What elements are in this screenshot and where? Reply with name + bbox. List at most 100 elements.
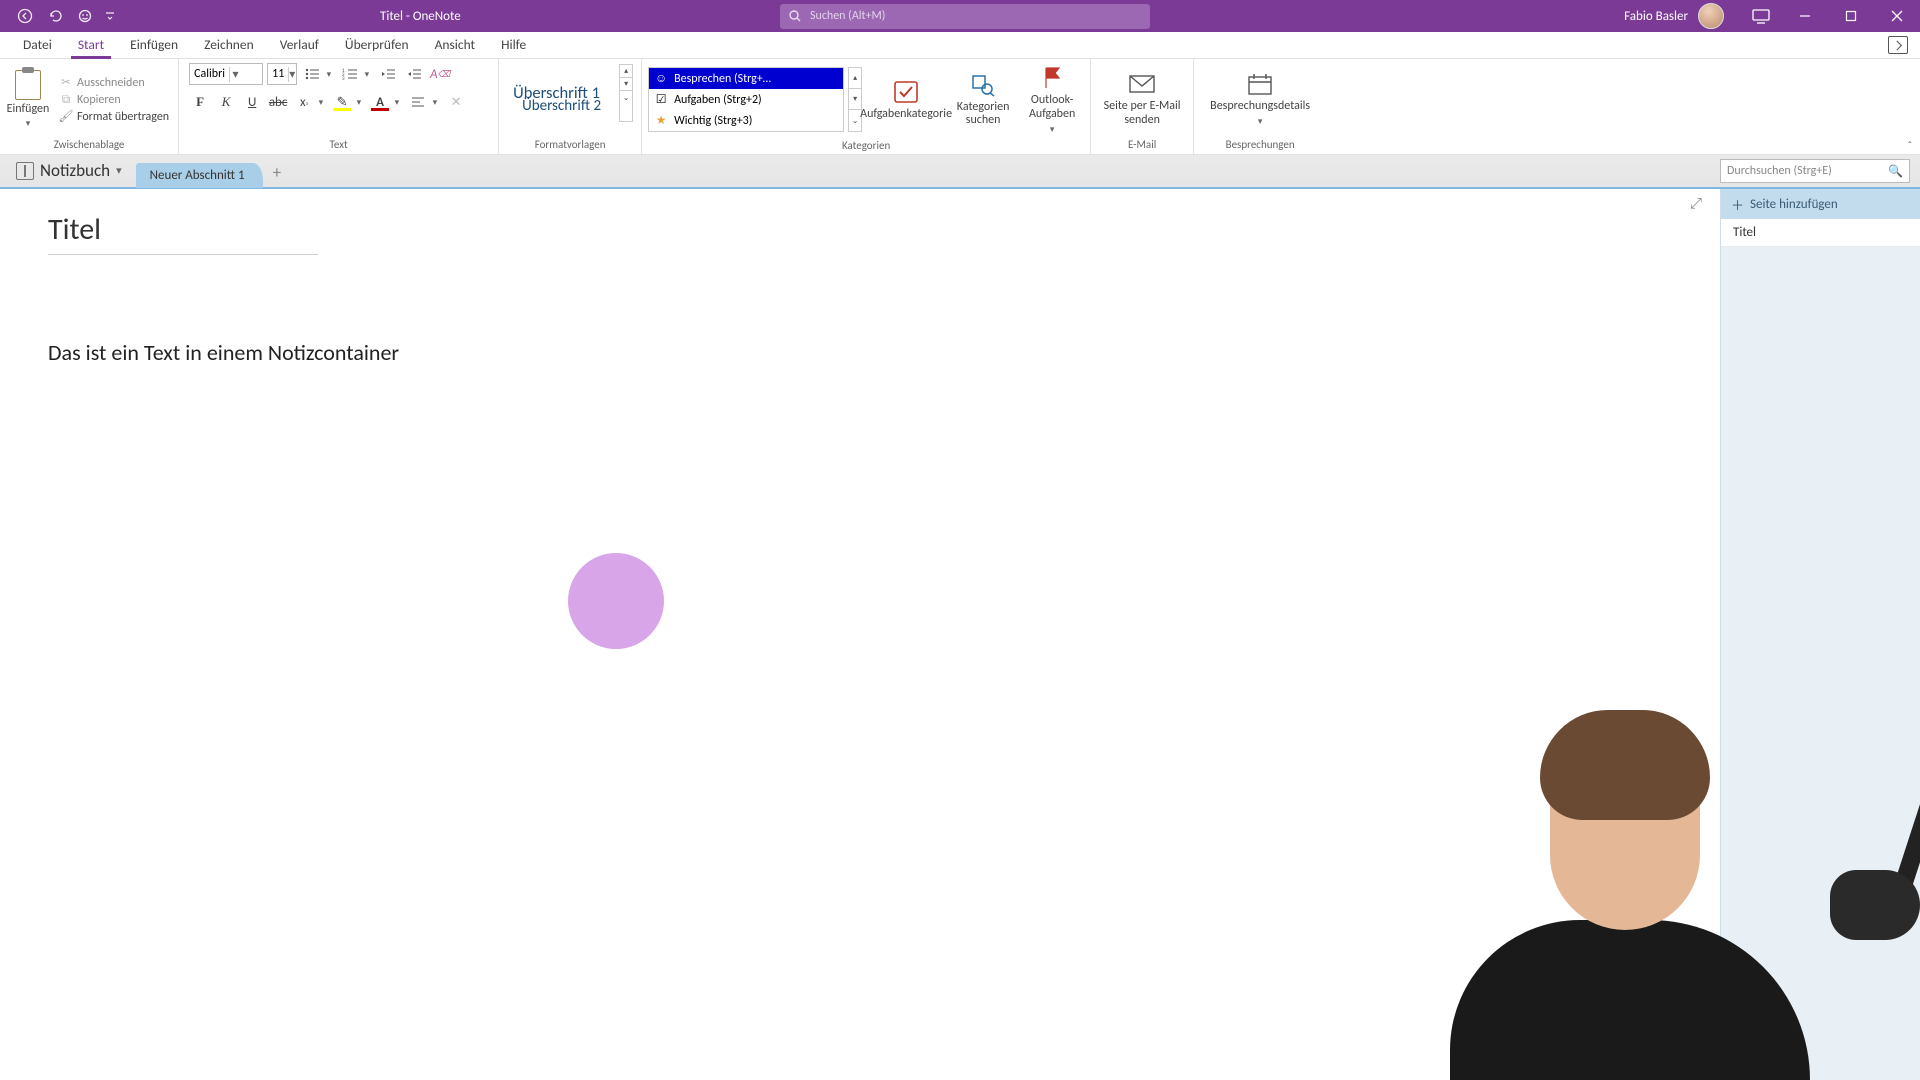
ribbon-tabs: Datei Start Einfügen Zeichnen Verlauf Üb… xyxy=(0,32,1920,59)
search-icon xyxy=(788,9,802,23)
chevron-down-icon: ▾ xyxy=(26,118,31,129)
user-avatar[interactable] xyxy=(1698,3,1724,29)
close-button[interactable] xyxy=(1874,0,1920,32)
window-controls xyxy=(1782,0,1920,32)
page-list-item[interactable]: Titel xyxy=(1721,219,1920,247)
tag-gallery-scroll[interactable]: ▴▾⌄ xyxy=(848,67,862,132)
copy-icon: ⧉ xyxy=(59,93,73,107)
clear-format-button[interactable]: A⌫ xyxy=(429,63,451,85)
search-pages-placeholder: Durchsuchen (Strg+E) xyxy=(1727,164,1832,178)
qat-dropdown-icon[interactable] xyxy=(104,5,116,27)
collapse-ribbon-button[interactable]: ˆ xyxy=(1908,139,1912,152)
page-canvas[interactable]: ⤢ Titel Das ist ein Text in einem Notizc… xyxy=(0,189,1720,1080)
tab-start[interactable]: Start xyxy=(65,32,117,58)
copy-button[interactable]: ⧉Kopieren xyxy=(56,92,172,108)
find-categories-button[interactable]: Kategorien suchen xyxy=(950,68,1016,133)
cut-button[interactable]: ✂ Ausschneiden xyxy=(56,75,172,91)
page-title[interactable]: Titel xyxy=(48,211,318,255)
tag-gallery[interactable]: ☺ Besprechen (Strg+… ☑Aufgaben (Strg+2) ★… xyxy=(648,67,844,132)
tags-group-label: Kategorien xyxy=(648,139,1084,155)
chevron-down-icon[interactable]: ▾ xyxy=(620,78,632,91)
tag-item-todo[interactable]: ☑Aufgaben (Strg+2) xyxy=(649,89,843,110)
font-name-value: Calibri xyxy=(194,67,225,81)
tab-ueberpruefen[interactable]: Überprüfen xyxy=(332,32,422,58)
task-category-button[interactable]: Aufgabenkategorie xyxy=(866,75,946,126)
maximize-button[interactable] xyxy=(1828,0,1874,32)
font-name-combo[interactable]: Calibri ▾ xyxy=(189,63,263,85)
cut-label: Ausschneiden xyxy=(77,76,145,90)
delete-button[interactable]: ✕ xyxy=(445,91,467,113)
share-button[interactable] xyxy=(1888,36,1908,54)
note-container-text[interactable]: Das ist ein Text in einem Notizcontainer xyxy=(48,339,1672,366)
check-icon xyxy=(892,79,920,105)
smiley-icon: ☺ xyxy=(654,72,668,86)
clipboard-icon xyxy=(15,70,41,100)
back-icon[interactable] xyxy=(14,5,36,27)
expand-icon[interactable]: ⤢ xyxy=(1690,195,1702,213)
flag-icon xyxy=(1038,65,1066,91)
text-group-label: Text xyxy=(185,138,492,154)
scissors-icon: ✂ xyxy=(59,76,73,90)
quick-access-toolbar xyxy=(0,5,116,27)
find-categories-label: Kategorien suchen xyxy=(952,101,1014,129)
meeting-details-button[interactable]: Besprechungsdetails▾ xyxy=(1200,67,1320,131)
chevron-up-icon[interactable]: ▴ xyxy=(620,65,632,78)
global-search-input[interactable] xyxy=(810,9,1142,23)
clipboard-group-label: Zwischenablage xyxy=(6,138,172,154)
search-tags-icon xyxy=(969,72,997,98)
touch-mode-icon[interactable] xyxy=(74,5,96,27)
page-list-panel: ＋ Seite hinzufügen Titel xyxy=(1720,189,1920,1080)
bullets-button[interactable]: ▾ xyxy=(301,63,323,85)
tag-label: Aufgaben (Strg+2) xyxy=(674,93,762,107)
section-tab[interactable]: Neuer Abschnitt 1 xyxy=(136,163,263,188)
tab-datei[interactable]: Datei xyxy=(10,32,65,58)
paste-button[interactable]: Einfügen ▾ xyxy=(6,70,50,129)
tag-item-important[interactable]: ★Wichtig (Strg+3) xyxy=(649,110,843,131)
format-painter-button[interactable]: 🖌Format übertragen xyxy=(56,109,172,125)
add-page-label: Seite hinzufügen xyxy=(1750,197,1838,212)
chevron-up-icon[interactable]: ▴ xyxy=(849,68,861,89)
numbering-button[interactable]: 123▾ xyxy=(339,63,361,85)
undo-icon[interactable] xyxy=(44,5,66,27)
add-page-button[interactable]: ＋ Seite hinzufügen xyxy=(1721,189,1920,219)
envelope-icon xyxy=(1128,71,1156,97)
title-bar: Titel - OneNote Fabio Basler xyxy=(0,0,1920,32)
italic-button[interactable]: K xyxy=(215,91,237,113)
underline-button[interactable]: U xyxy=(241,91,263,113)
add-section-button[interactable]: + xyxy=(273,162,281,187)
tab-ansicht[interactable]: Ansicht xyxy=(422,32,488,58)
font-size-combo[interactable]: 11▾ xyxy=(267,63,297,85)
align-button[interactable]: ▾ xyxy=(407,91,429,113)
outlook-tasks-button[interactable]: Outlook-Aufgaben▾ xyxy=(1020,61,1084,139)
chevron-down-icon: ▾ xyxy=(288,67,295,82)
global-search[interactable] xyxy=(780,4,1150,29)
tab-hilfe[interactable]: Hilfe xyxy=(488,32,539,58)
subscript-button[interactable]: x₂▾ xyxy=(293,91,315,113)
highlight-button[interactable]: ✎▾ xyxy=(331,91,353,113)
outlook-tasks-label: Outlook-Aufgaben xyxy=(1022,94,1082,122)
tag-item-discuss[interactable]: ☺ Besprechen (Strg+… xyxy=(649,68,843,89)
font-color-button[interactable]: A▾ xyxy=(369,91,391,113)
tab-einfuegen[interactable]: Einfügen xyxy=(117,32,191,58)
group-tags: ☺ Besprechen (Strg+… ☑Aufgaben (Strg+2) ★… xyxy=(642,59,1091,154)
outdent-button[interactable] xyxy=(377,63,399,85)
notebook-dropdown[interactable]: Notizbuch ▾ xyxy=(8,156,130,187)
search-pages[interactable]: Durchsuchen (Strg+E) 🔍 xyxy=(1720,159,1910,183)
present-icon[interactable] xyxy=(1752,8,1770,24)
content-area: ⤢ Titel Das ist ein Text in einem Notizc… xyxy=(0,189,1920,1080)
email-page-label: Seite per E-Mail senden xyxy=(1099,100,1185,128)
minimize-button[interactable] xyxy=(1782,0,1828,32)
meeting-details-label: Besprechungsdetails xyxy=(1210,100,1310,114)
tab-zeichnen[interactable]: Zeichnen xyxy=(191,32,267,58)
user-area[interactable]: Fabio Basler xyxy=(1624,3,1770,29)
group-meetings: Besprechungsdetails▾ Besprechungen xyxy=(1194,59,1326,154)
app-title: Titel - OneNote xyxy=(380,9,461,24)
indent-button[interactable] xyxy=(403,63,425,85)
strikethrough-button[interactable]: abc xyxy=(267,91,289,113)
email-page-button[interactable]: Seite per E-Mail senden xyxy=(1097,67,1187,132)
tag-label: Besprechen (Strg+… xyxy=(674,72,771,86)
chevron-down-icon: ▾ xyxy=(229,67,241,82)
bold-button[interactable]: F xyxy=(189,91,211,113)
tab-verlauf[interactable]: Verlauf xyxy=(267,32,332,58)
style-heading2[interactable]: Überschrift 2 xyxy=(516,92,624,120)
